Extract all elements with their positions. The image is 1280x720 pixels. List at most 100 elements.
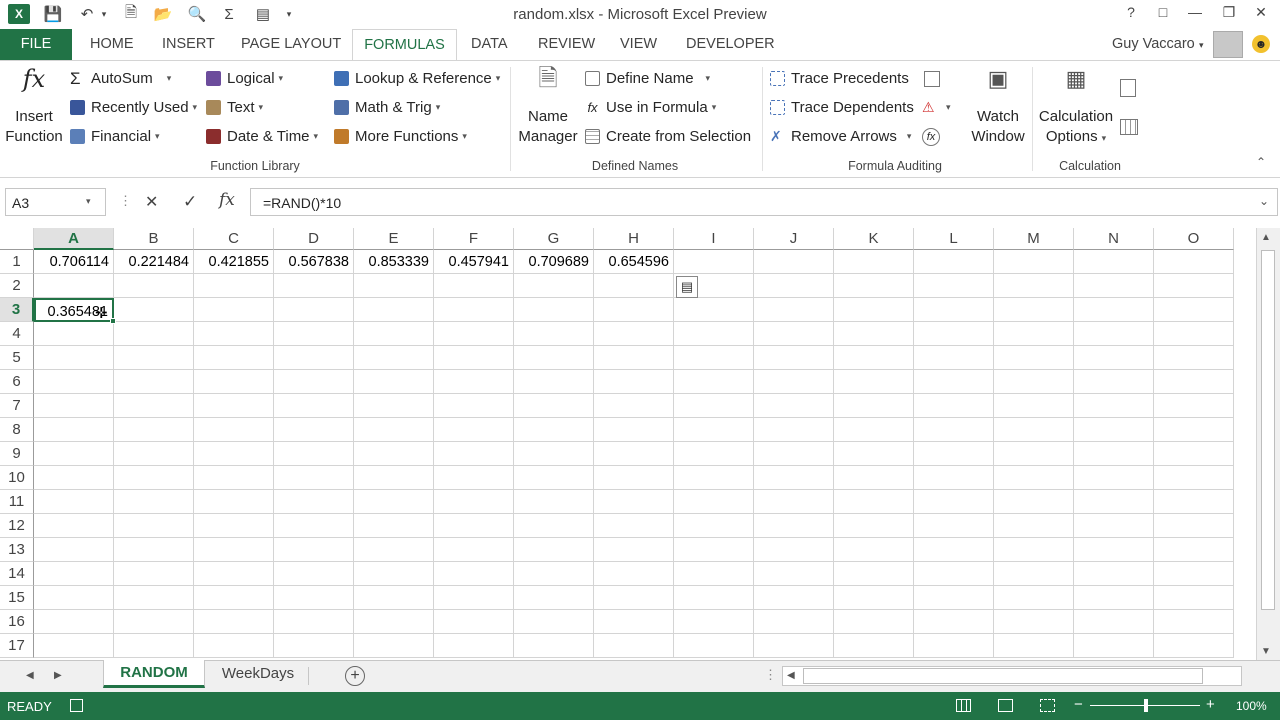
row-header-16[interactable]: 16 [0, 610, 34, 634]
cell-i14[interactable] [674, 562, 754, 586]
cell-o11[interactable] [1154, 490, 1234, 514]
cell-i3[interactable] [674, 298, 754, 322]
cell-e9[interactable] [354, 442, 434, 466]
cell-d4[interactable] [274, 322, 354, 346]
row-header-2[interactable]: 2 [0, 274, 34, 298]
cell-a14[interactable] [34, 562, 114, 586]
cell-m2[interactable] [994, 274, 1074, 298]
cell-k2[interactable] [834, 274, 914, 298]
cell-a10[interactable] [34, 466, 114, 490]
cell-f11[interactable] [434, 490, 514, 514]
cell-m4[interactable] [994, 322, 1074, 346]
cell-a17[interactable] [34, 634, 114, 658]
cell-e15[interactable] [354, 586, 434, 610]
cell-c4[interactable] [194, 322, 274, 346]
name-manager-button[interactable]: 🗎 Name Manager [514, 67, 582, 147]
row-header-3[interactable]: 3 [0, 298, 34, 322]
cell-i4[interactable] [674, 322, 754, 346]
cell-m9[interactable] [994, 442, 1074, 466]
name-box-dropdown-icon[interactable]: ▾ [86, 196, 91, 207]
cell-i15[interactable] [674, 586, 754, 610]
create-from-selection-button[interactable]: Create from Selection [585, 128, 751, 145]
cell-e7[interactable] [354, 394, 434, 418]
cell-l6[interactable] [914, 370, 994, 394]
minimize-button[interactable]: — [1180, 4, 1210, 24]
column-header-c[interactable]: C [194, 228, 274, 250]
cell-o2[interactable] [1154, 274, 1234, 298]
cell-h16[interactable] [594, 610, 674, 634]
calculate-now-icon[interactable] [1120, 79, 1136, 97]
cell-d16[interactable] [274, 610, 354, 634]
cell-g10[interactable] [514, 466, 594, 490]
cell-f8[interactable] [434, 418, 514, 442]
cell-f15[interactable] [434, 586, 514, 610]
cell-k9[interactable] [834, 442, 914, 466]
user-dropdown-icon[interactable]: ▾ [1199, 40, 1204, 51]
cell-b2[interactable] [114, 274, 194, 298]
cell-i12[interactable] [674, 514, 754, 538]
cell-h2[interactable] [594, 274, 674, 298]
zoom-out-icon[interactable]: − [1074, 696, 1083, 713]
cell-o5[interactable] [1154, 346, 1234, 370]
cell-m16[interactable] [994, 610, 1074, 634]
cell-m3[interactable] [994, 298, 1074, 322]
row-header-11[interactable]: 11 [0, 490, 34, 514]
cell-n6[interactable] [1074, 370, 1154, 394]
cell-h11[interactable] [594, 490, 674, 514]
cell-i7[interactable] [674, 394, 754, 418]
cell-e13[interactable] [354, 538, 434, 562]
cell-j8[interactable] [754, 418, 834, 442]
cell-n15[interactable] [1074, 586, 1154, 610]
row-header-12[interactable]: 12 [0, 514, 34, 538]
cell-j4[interactable] [754, 322, 834, 346]
cell-f14[interactable] [434, 562, 514, 586]
cell-n9[interactable] [1074, 442, 1154, 466]
column-header-o[interactable]: O [1154, 228, 1234, 250]
cell-j6[interactable] [754, 370, 834, 394]
cell-k7[interactable] [834, 394, 914, 418]
cell-d9[interactable] [274, 442, 354, 466]
cell-a5[interactable] [34, 346, 114, 370]
cell-k3[interactable] [834, 298, 914, 322]
cell-d3[interactable] [274, 298, 354, 322]
cell-f2[interactable] [434, 274, 514, 298]
cell-c5[interactable] [194, 346, 274, 370]
cell-l12[interactable] [914, 514, 994, 538]
watch-window-button[interactable]: ▣ Watch Window [966, 68, 1030, 147]
cell-n16[interactable] [1074, 610, 1154, 634]
calculate-sheet-icon[interactable] [1120, 119, 1138, 135]
cell-l2[interactable] [914, 274, 994, 298]
cell-c11[interactable] [194, 490, 274, 514]
cell-b7[interactable] [114, 394, 194, 418]
cell-j14[interactable] [754, 562, 834, 586]
recently-used-button[interactable]: Recently Used ▾ [70, 99, 197, 116]
fill-handle[interactable] [110, 318, 116, 324]
cell-g16[interactable] [514, 610, 594, 634]
cell-f5[interactable] [434, 346, 514, 370]
cell-l4[interactable] [914, 322, 994, 346]
cell-m17[interactable] [994, 634, 1074, 658]
cell-l15[interactable] [914, 586, 994, 610]
cell-i8[interactable] [674, 418, 754, 442]
cell-e11[interactable] [354, 490, 434, 514]
autosum-button[interactable]: Σ AutoSum ▾ [70, 70, 171, 87]
cell-i10[interactable] [674, 466, 754, 490]
cell-e6[interactable] [354, 370, 434, 394]
cell-k10[interactable] [834, 466, 914, 490]
cell-b6[interactable] [114, 370, 194, 394]
enter-icon[interactable]: ✓ [183, 192, 197, 212]
collapse-ribbon-icon[interactable]: ⌃ [1256, 155, 1266, 169]
formula-input[interactable]: =RAND()*10 [250, 188, 1278, 216]
cell-k14[interactable] [834, 562, 914, 586]
column-header-h[interactable]: H [594, 228, 674, 250]
cell-e8[interactable] [354, 418, 434, 442]
cell-c7[interactable] [194, 394, 274, 418]
cell-j12[interactable] [754, 514, 834, 538]
cell-k15[interactable] [834, 586, 914, 610]
cell-g3[interactable] [514, 298, 594, 322]
cell-i16[interactable] [674, 610, 754, 634]
cell-d7[interactable] [274, 394, 354, 418]
cell-m14[interactable] [994, 562, 1074, 586]
cell-c9[interactable] [194, 442, 274, 466]
cell-l8[interactable] [914, 418, 994, 442]
